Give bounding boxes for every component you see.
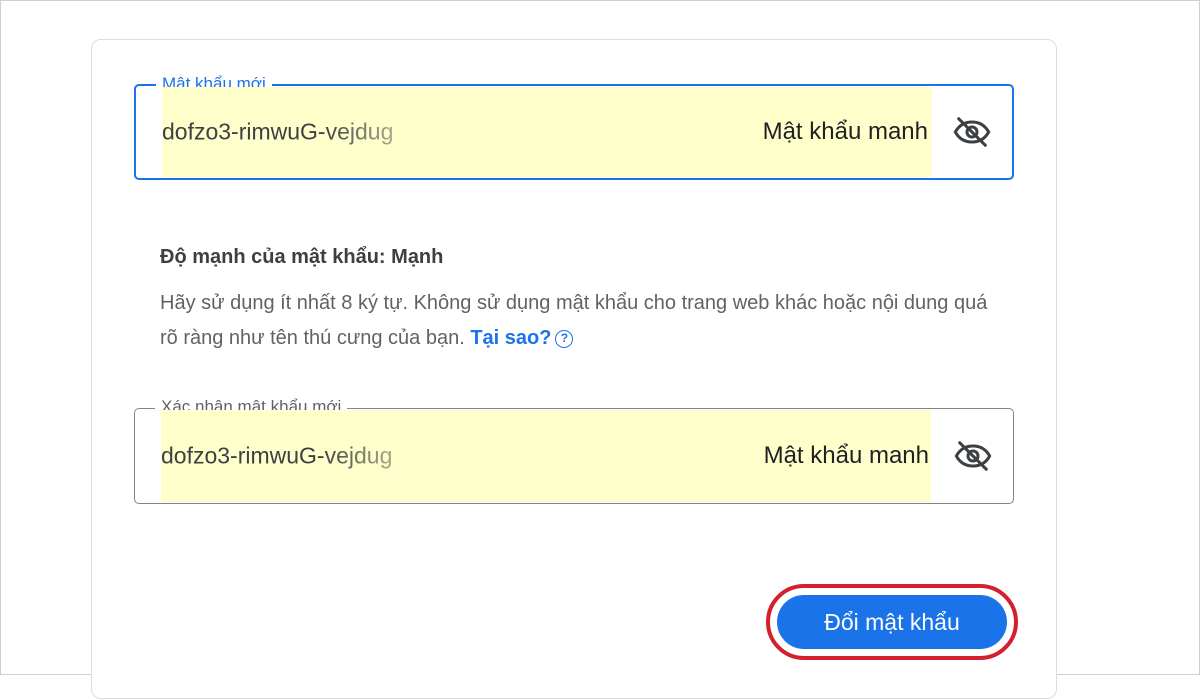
password-help-text: Hãy sử dụng ít nhất 8 ký tự. Không sử dụ…: [160, 286, 1000, 356]
password-help-body: Hãy sử dụng ít nhất 8 ký tự. Không sử dụ…: [160, 292, 988, 349]
new-password-strength-tag: Mật khẩu manh: [762, 118, 928, 145]
confirm-password-strength-tag: Mật khẩu manh: [763, 442, 929, 469]
eye-off-icon[interactable]: [950, 110, 994, 154]
password-strength-title: Độ mạnh của mật khẩu: Mạnh: [160, 246, 444, 268]
new-password-field[interactable]: Mật khẩu mới dofzo3-rimwuG-vejdug Mật kh…: [134, 74, 1014, 180]
change-password-button[interactable]: Đổi mật khẩu: [777, 595, 1007, 649]
why-link[interactable]: Tại sao?: [470, 327, 551, 349]
help-circle-icon[interactable]: ?: [555, 329, 574, 348]
confirm-password-field[interactable]: Xác nhận mật khẩu mới dofzo3-rimwuG-vejd…: [134, 397, 1014, 504]
eye-off-icon[interactable]: [951, 434, 995, 478]
confirm-password-value[interactable]: dofzo3-rimwuG-vejdug: [161, 443, 451, 470]
new-password-value[interactable]: dofzo3-rimwuG-vejdug: [162, 119, 452, 146]
